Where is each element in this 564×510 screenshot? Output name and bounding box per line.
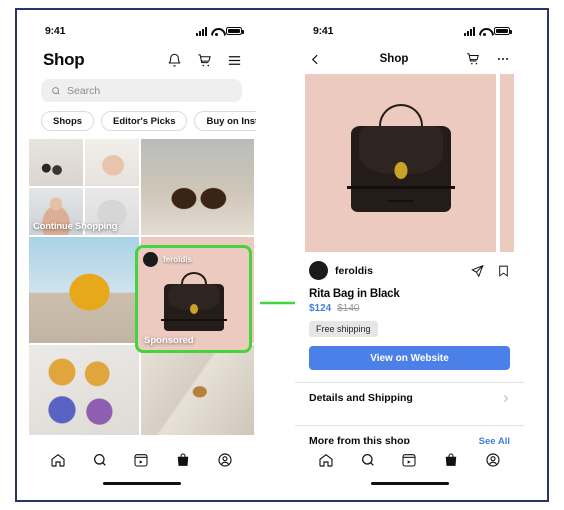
product-hero-image[interactable] — [305, 74, 496, 252]
product-header: Shop — [295, 44, 524, 74]
tile-yellow-tracksuit[interactable] — [29, 237, 139, 343]
shop-header: Shop — [27, 44, 256, 76]
cellular-signal-icon — [464, 26, 475, 36]
sponsored-account-name: feroldis — [163, 255, 192, 264]
seller-account[interactable]: feroldis — [309, 261, 373, 280]
shop-bag-icon[interactable] — [175, 452, 191, 468]
row-label: Details and Shipping — [309, 392, 413, 404]
search-input[interactable]: Search — [41, 79, 242, 102]
home-icon[interactable] — [50, 452, 66, 468]
view-on-website-button[interactable]: View on Website — [309, 346, 510, 370]
reels-icon[interactable] — [133, 452, 149, 468]
wifi-icon — [211, 27, 222, 36]
tile-sneaker[interactable] — [85, 139, 139, 186]
share-icon[interactable] — [470, 264, 484, 278]
right-phone-screen: 9:41 Shop feroldis Rita Bag in Black $12… — [295, 18, 524, 492]
post-actions — [470, 264, 510, 278]
feed-row-3 — [29, 345, 254, 435]
details-and-shipping-row[interactable]: Details and Shipping — [295, 383, 524, 413]
status-icons — [464, 26, 512, 36]
status-time: 9:41 — [45, 25, 66, 37]
shop-bag-icon[interactable] — [443, 452, 459, 468]
chip-editors-picks[interactable]: Editor's Picks — [101, 111, 188, 131]
home-indicator — [370, 482, 449, 485]
wifi-icon — [479, 27, 490, 36]
continue-shopping-label: Continue Shopping — [33, 221, 118, 232]
tile-sunglasses[interactable] — [29, 345, 139, 435]
menu-icon[interactable] — [227, 53, 242, 68]
search-icon[interactable] — [360, 452, 376, 468]
shopping-cart-icon[interactable] — [466, 52, 480, 66]
shop-feed-grid: Continue Shopping feroldis Sponsored — [27, 139, 256, 435]
search-icon — [52, 86, 60, 95]
page-title: Shop — [379, 53, 409, 65]
sponsored-tag: Sponsored — [144, 335, 194, 346]
product-image-carousel[interactable] — [295, 74, 524, 252]
profile-icon[interactable] — [485, 452, 501, 468]
avatar — [309, 261, 328, 280]
bookmark-icon[interactable] — [497, 264, 510, 278]
status-bar: 9:41 — [295, 18, 524, 44]
price-current: $124 — [309, 303, 332, 314]
tile-candles[interactable] — [29, 139, 83, 186]
price-original: $140 — [337, 303, 360, 314]
shipping-badge: Free shipping — [309, 321, 378, 337]
tile-serum[interactable] — [141, 345, 254, 435]
search-container: Search — [27, 76, 256, 102]
feed-row-1: Continue Shopping — [29, 139, 254, 235]
shopping-cart-icon[interactable] — [197, 53, 212, 68]
right-tab-bar — [295, 444, 524, 492]
status-bar: 9:41 — [27, 18, 256, 44]
profile-icon[interactable] — [217, 452, 233, 468]
collage-cell[interactable]: Continue Shopping — [29, 139, 139, 235]
seller-name: feroldis — [335, 264, 373, 277]
product-title: Rita Bag in Black — [309, 288, 400, 300]
back-chevron-icon[interactable] — [309, 53, 322, 66]
product-price: $124 $140 — [295, 300, 524, 314]
product-bag-illustration — [346, 104, 455, 224]
battery-icon — [494, 26, 512, 36]
search-placeholder: Search — [67, 84, 101, 97]
status-time: 9:41 — [313, 25, 334, 37]
more-options-icon[interactable] — [496, 52, 510, 66]
left-phone-screen: 9:41 Shop Search Shops Editor's Picks Bu… — [27, 18, 256, 492]
home-indicator — [102, 482, 181, 485]
status-icons — [196, 26, 244, 36]
chip-buy-on-instagram[interactable]: Buy on Instag — [194, 111, 256, 131]
tab-items — [27, 444, 256, 476]
home-icon[interactable] — [318, 452, 334, 468]
next-image-preview[interactable] — [500, 74, 514, 252]
sponsored-product-card[interactable]: feroldis Sponsored — [135, 245, 252, 353]
sponsored-account[interactable]: feroldis — [143, 252, 192, 267]
screenshot-frame: 9:41 Shop Search Shops Editor's Picks Bu… — [15, 8, 549, 502]
left-tab-bar — [27, 444, 256, 492]
tab-items — [295, 444, 524, 476]
seller-row: feroldis — [295, 252, 524, 280]
search-icon[interactable] — [92, 452, 108, 468]
chip-shops[interactable]: Shops — [41, 111, 95, 131]
notifications-icon[interactable] — [167, 53, 182, 68]
product-bag-illustration — [160, 272, 227, 338]
avatar — [143, 252, 158, 267]
battery-icon — [226, 26, 244, 36]
reels-icon[interactable] — [401, 452, 417, 468]
tile-spray-bottles[interactable] — [141, 139, 254, 235]
cellular-signal-icon — [196, 26, 207, 36]
header-actions — [466, 52, 510, 66]
header-actions — [167, 53, 242, 68]
page-title: Shop — [43, 50, 85, 69]
filter-chips: Shops Editor's Picks Buy on Instag — [27, 102, 256, 139]
chevron-right-icon — [504, 394, 509, 402]
